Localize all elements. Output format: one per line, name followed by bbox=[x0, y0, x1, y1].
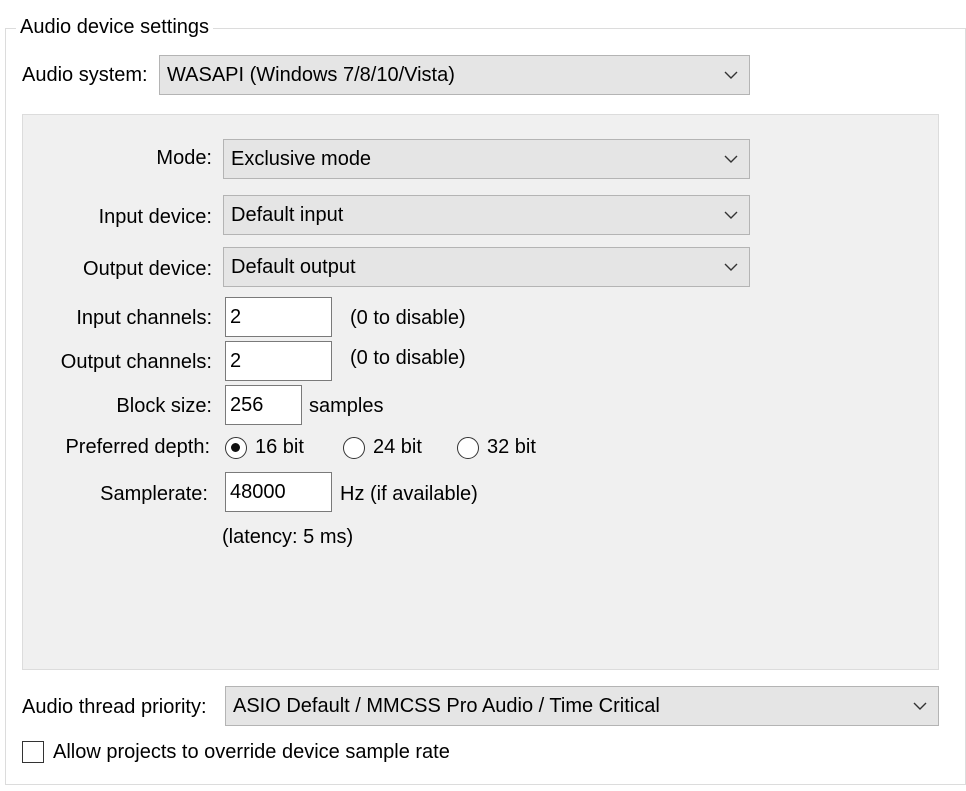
output-device-select[interactable]: Default output bbox=[223, 247, 750, 287]
input-device-label: Input device: bbox=[98, 206, 212, 228]
radio-selected-icon bbox=[225, 437, 247, 459]
block-size-field[interactable] bbox=[225, 385, 302, 425]
thread-priority-value: ASIO Default / MMCSS Pro Audio / Time Cr… bbox=[233, 695, 660, 717]
depth-option-16bit[interactable]: 16 bit bbox=[225, 436, 315, 462]
depth-label-32: 32 bit bbox=[487, 436, 536, 458]
radio-dot bbox=[231, 443, 240, 452]
chevron-down-icon bbox=[724, 71, 738, 79]
checkbox-unchecked-icon bbox=[22, 741, 44, 763]
latency-readout: (latency: 5 ms) bbox=[222, 526, 354, 548]
output-channels-hint: (0 to disable) bbox=[350, 347, 466, 369]
audio-system-label: Audio system: bbox=[22, 64, 148, 86]
samplerate-field[interactable] bbox=[225, 472, 332, 512]
override-sample-rate-checkbox[interactable]: Allow projects to override device sample… bbox=[22, 740, 502, 768]
block-size-label: Block size: bbox=[116, 395, 212, 417]
override-sample-rate-label: Allow projects to override device sample… bbox=[53, 741, 450, 763]
depth-label-24: 24 bit bbox=[373, 436, 422, 458]
samplerate-label: Samplerate: bbox=[100, 483, 208, 505]
chevron-down-icon bbox=[913, 702, 927, 710]
preferred-depth-label: Preferred depth: bbox=[65, 436, 210, 458]
thread-priority-select[interactable]: ASIO Default / MMCSS Pro Audio / Time Cr… bbox=[225, 686, 939, 726]
output-device-label: Output device: bbox=[83, 258, 212, 280]
input-device-value: Default input bbox=[231, 204, 344, 226]
samplerate-unit: Hz (if available) bbox=[340, 483, 478, 505]
audio-system-select[interactable]: WASAPI (Windows 7/8/10/Vista) bbox=[159, 55, 750, 95]
depth-option-24bit[interactable]: 24 bit bbox=[343, 436, 433, 462]
group-title: Audio device settings bbox=[16, 14, 214, 40]
output-channels-field[interactable] bbox=[225, 341, 332, 381]
chevron-down-icon bbox=[724, 155, 738, 163]
block-size-unit: samples bbox=[309, 395, 384, 417]
thread-priority-label: Audio thread priority: bbox=[22, 696, 207, 718]
mode-label: Mode: bbox=[156, 147, 212, 169]
chevron-down-icon bbox=[724, 211, 738, 219]
output-device-value: Default output bbox=[231, 256, 356, 278]
input-channels-field[interactable] bbox=[225, 297, 332, 337]
input-device-select[interactable]: Default input bbox=[223, 195, 750, 235]
mode-value: Exclusive mode bbox=[231, 148, 372, 170]
input-channels-hint: (0 to disable) bbox=[350, 307, 466, 329]
radio-unselected-icon bbox=[343, 437, 365, 459]
mode-select[interactable]: Exclusive mode bbox=[223, 139, 750, 179]
audio-system-value: WASAPI (Windows 7/8/10/Vista) bbox=[167, 64, 455, 86]
depth-label-16: 16 bit bbox=[255, 436, 304, 458]
radio-unselected-icon bbox=[457, 437, 479, 459]
depth-option-32bit[interactable]: 32 bit bbox=[457, 436, 547, 462]
output-channels-label: Output channels: bbox=[60, 351, 212, 373]
input-channels-label: Input channels: bbox=[76, 307, 212, 329]
chevron-down-icon bbox=[724, 263, 738, 271]
